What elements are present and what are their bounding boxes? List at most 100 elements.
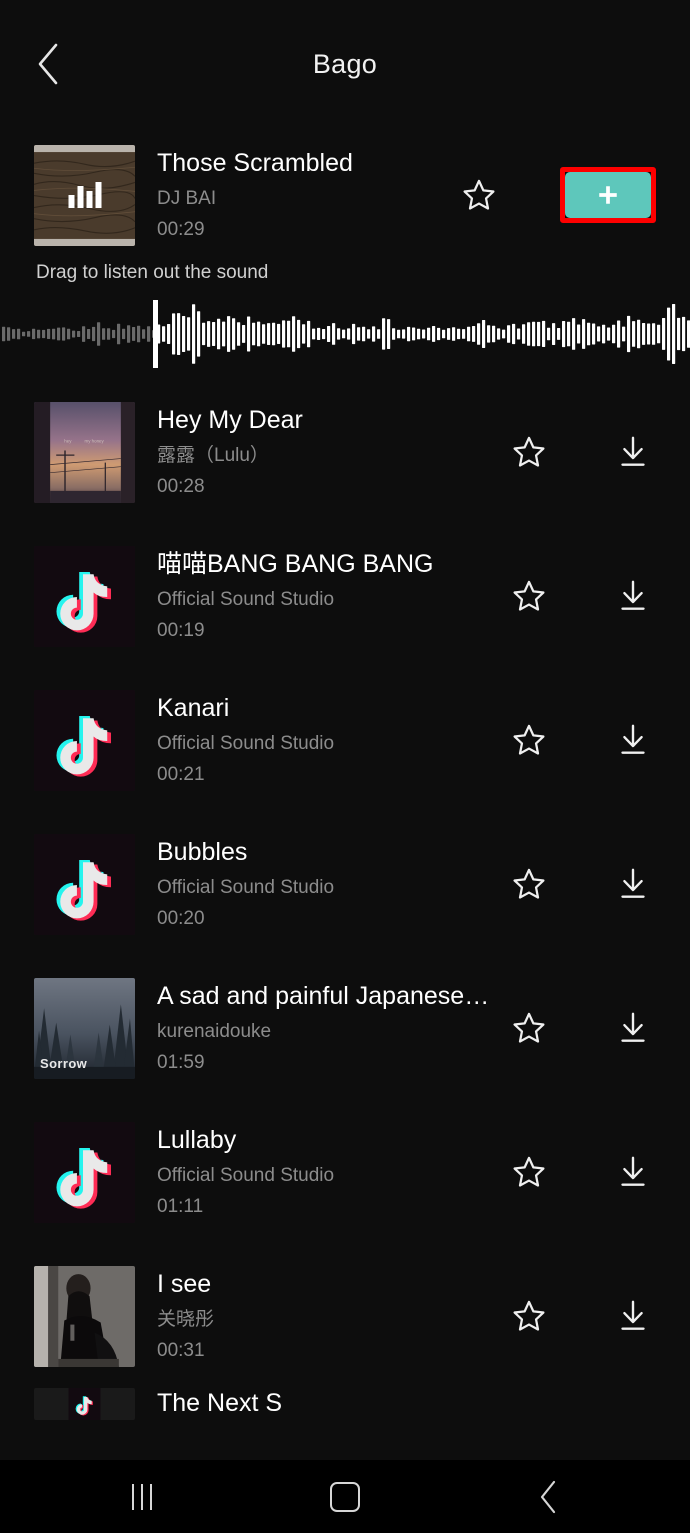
track-row[interactable]: Sorrow A sad and painful Japanese… kurenai… [0,956,690,1100]
track-meta: I see 关晓彤 00:31 [135,1269,506,1363]
add-sound-button[interactable] [565,172,651,218]
track-row[interactable]: hey my honey Hey My Dear 露露（Lulu） 00:28 [0,380,690,524]
track-actions [506,573,656,619]
favorite-button[interactable] [506,1293,552,1339]
album-art [34,1265,135,1367]
track-duration: 01:59 [157,1052,205,1074]
download-button[interactable] [610,861,656,907]
download-button[interactable] [610,1149,656,1195]
download-icon [621,436,645,466]
track-actions [506,1149,656,1195]
download-button[interactable] [610,429,656,475]
waveform-playhead[interactable] [153,300,158,368]
track-row[interactable]: Lullaby Official Sound Studio 01:11 [0,1100,690,1244]
tiktok-note-art [34,1121,135,1223]
svg-text:hey: hey [64,438,72,443]
favorite-button[interactable] [506,429,552,475]
back-icon [541,1480,556,1513]
track-meta: Lullaby Official Sound Studio 01:11 [135,1125,506,1219]
track-title: Bubbles [157,838,248,867]
portrait-photo-art [34,1265,135,1367]
track-meta: 喵喵BANG BANG BANG Official Sound Studio 00:… [135,549,506,643]
track-title: I see [157,1270,212,1299]
favorite-button[interactable] [456,172,502,218]
favorite-button[interactable] [506,1149,552,1195]
track-row[interactable]: 喵喵BANG BANG BANG Official Sound Studio 00:… [0,524,690,668]
download-button[interactable] [610,1293,656,1339]
tiktok-note-art [68,1388,101,1420]
track-list: hey my honey Hey My Dear 露露（Lulu） 00:28 喵喵BAN… [0,380,690,1460]
track-artist: Official Sound Studio [157,877,335,899]
star-outline-icon [513,1156,545,1187]
track-meta: Kanari Official Sound Studio 00:21 [135,693,506,787]
waveform-graphic [2,300,690,368]
album-art [34,689,135,791]
nav-back-button[interactable] [503,1469,593,1525]
track-title: A sad and painful Japanese… [157,982,490,1011]
track-actions [506,1005,656,1051]
favorite-button[interactable] [506,573,552,619]
star-outline-icon [513,868,545,899]
album-art-partial [34,1388,135,1420]
track-meta: Bubbles Official Sound Studio 00:20 [135,837,506,931]
selected-track-artist: DJ BAI [157,188,217,210]
plus-icon [599,186,617,204]
sunset-photo-art: hey my honey [34,401,135,503]
download-icon [621,868,645,898]
selected-track-title: Those Scrambled [157,149,353,178]
album-art [34,1121,135,1223]
track-artist: 关晓彤 [157,1309,215,1331]
track-artist: Official Sound Studio [157,733,335,755]
waveform-section: Drag to listen out the sound [0,256,690,380]
waveform-hint-label: Drag to listen out the sound [36,262,269,283]
android-nav-bar [0,1460,690,1533]
nav-home-button[interactable] [300,1469,390,1525]
tiktok-note-art [34,689,135,791]
download-icon [621,1156,645,1186]
track-row[interactable]: Bubbles Official Sound Studio 00:20 [0,812,690,956]
track-row[interactable]: I see 关晓彤 00:31 [0,1244,690,1388]
nav-recents-button[interactable] [97,1469,187,1525]
waveform-scrubber[interactable] [0,298,690,370]
album-art-those-scrambled [34,144,135,246]
track-duration: 00:21 [157,764,205,786]
track-title: 喵喵BANG BANG BANG [157,550,434,579]
music-picker-screen: Bago Those Scrambled DJ BAI 00:29 Drag t… [0,0,690,1533]
star-outline-icon [513,724,545,755]
track-actions [506,429,656,475]
add-sound-wrapper [560,167,656,223]
page-title: Bago [312,48,378,79]
track-row-partial[interactable]: The Next S [0,1388,690,1420]
track-actions [506,717,656,763]
star-outline-icon [513,580,545,611]
track-artist: Official Sound Studio [157,589,335,611]
chevron-left-icon [38,43,58,85]
album-art [34,545,135,647]
app-header: Bago [0,0,690,128]
partial-track-meta: The Next S [135,1388,656,1419]
track-artist: 露露（Lulu） [157,445,269,467]
download-button[interactable] [610,717,656,763]
download-button[interactable] [610,573,656,619]
favorite-button[interactable] [506,1005,552,1051]
track-row[interactable]: Kanari Official Sound Studio 00:21 [0,668,690,812]
favorite-button[interactable] [506,861,552,907]
download-icon [621,724,645,754]
track-actions [506,861,656,907]
download-button[interactable] [610,1005,656,1051]
selected-track-duration: 00:29 [157,219,205,241]
track-title: Kanari [157,694,230,723]
star-outline-icon [513,1012,545,1043]
selected-track-row[interactable]: Those Scrambled DJ BAI 00:29 [0,128,690,256]
track-meta: Hey My Dear 露露（Lulu） 00:28 [135,405,506,499]
playing-equalizer-icon [68,182,101,208]
favorite-button[interactable] [506,717,552,763]
track-artist: kurenaidouke [157,1021,272,1043]
download-icon [621,1300,645,1330]
back-button[interactable] [20,36,76,92]
track-title: Lullaby [157,1126,237,1155]
track-actions [506,1293,656,1339]
star-outline-icon [463,179,495,210]
track-title: Hey My Dear [157,406,303,435]
star-outline-icon [513,1300,545,1331]
